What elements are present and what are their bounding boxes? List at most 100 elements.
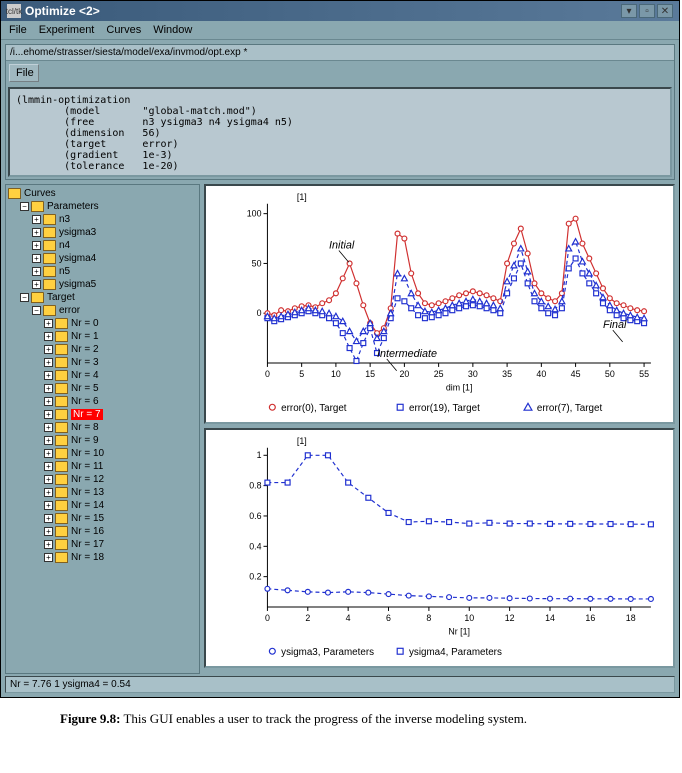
expand-icon[interactable]: + <box>44 319 53 328</box>
svg-text:Initial: Initial <box>329 240 355 252</box>
tree-target[interactable]: − Target <box>8 291 197 304</box>
svg-text:0.2: 0.2 <box>249 572 261 582</box>
tree-param-item[interactable]: +ysigma3 <box>8 226 197 239</box>
svg-text:dim [1]: dim [1] <box>446 383 473 393</box>
tree-parameters[interactable]: − Parameters <box>8 200 197 213</box>
expand-icon[interactable]: + <box>44 488 53 497</box>
titlebar[interactable]: tcl/tk Optimize <2> ▾ ▫ ✕ <box>1 1 679 21</box>
tree-nr-item[interactable]: +Nr = 1 <box>8 330 197 343</box>
expand-icon[interactable]: + <box>32 241 41 250</box>
svg-text:40: 40 <box>536 369 546 379</box>
tree-param-item[interactable]: +ysigma4 <box>8 252 197 265</box>
folder-icon <box>43 266 56 277</box>
collapse-icon[interactable]: − <box>20 293 29 302</box>
tree-body: Curves − Parameters +n3+ysigma3+n4+ysigm… <box>6 185 199 566</box>
main-window: tcl/tk Optimize <2> ▾ ▫ ✕ File Experimen… <box>0 0 680 698</box>
tree-nr-item[interactable]: +Nr = 5 <box>8 382 197 395</box>
tree-root[interactable]: Curves <box>8 187 197 200</box>
window-title: Optimize <2> <box>25 4 621 18</box>
tree-param-item[interactable]: +n5 <box>8 265 197 278</box>
expand-icon[interactable]: + <box>44 423 53 432</box>
folder-icon <box>55 422 68 433</box>
expand-icon[interactable]: + <box>44 358 53 367</box>
expand-icon[interactable]: + <box>44 410 53 419</box>
expand-icon[interactable]: + <box>32 215 41 224</box>
expand-icon[interactable]: + <box>44 345 53 354</box>
tree-error[interactable]: − error <box>8 304 197 317</box>
folder-icon <box>55 448 68 459</box>
folder-icon <box>55 344 68 355</box>
svg-text:50: 50 <box>252 258 262 268</box>
tree-nr-item[interactable]: +Nr = 11 <box>8 460 197 473</box>
chart-params: 0246810121416180.20.40.60.81[1]Nr [1]ysi… <box>204 428 675 668</box>
expand-icon[interactable]: + <box>32 280 41 289</box>
expand-icon[interactable]: + <box>32 228 41 237</box>
tree-nr-item[interactable]: +Nr = 16 <box>8 525 197 538</box>
expand-icon[interactable]: + <box>44 501 53 510</box>
tree-param-item[interactable]: +ysigma5 <box>8 278 197 291</box>
collapse-icon[interactable]: − <box>32 306 41 315</box>
expand-icon[interactable]: + <box>44 540 53 549</box>
tree-nr-item[interactable]: +Nr = 18 <box>8 551 197 564</box>
expand-icon[interactable]: + <box>32 254 41 263</box>
tree-nr-item[interactable]: +Nr = 15 <box>8 512 197 525</box>
expand-icon[interactable]: + <box>44 553 53 562</box>
svg-text:error(7), Target: error(7), Target <box>537 403 603 414</box>
folder-icon <box>55 409 68 420</box>
tree-nr-item[interactable]: +Nr = 14 <box>8 499 197 512</box>
expand-icon[interactable]: + <box>44 475 53 484</box>
svg-text:ysigma4, Parameters: ysigma4, Parameters <box>409 647 502 658</box>
content-area: /i...ehome/strasser/siesta/model/exa/inv… <box>1 40 679 697</box>
svg-text:55: 55 <box>639 369 649 379</box>
svg-text:18: 18 <box>626 613 636 623</box>
expand-icon[interactable]: + <box>44 384 53 393</box>
expand-icon[interactable]: + <box>44 527 53 536</box>
menu-file[interactable]: File <box>9 24 27 36</box>
expand-icon[interactable]: + <box>44 436 53 445</box>
minimize-button[interactable]: ▾ <box>621 4 637 18</box>
tree-nr-item[interactable]: +Nr = 17 <box>8 538 197 551</box>
expand-icon[interactable]: + <box>32 267 41 276</box>
status-bar: Nr = 7.76 1 ysigma4 = 0.54 <box>5 676 675 693</box>
tree-nr-item[interactable]: +Nr = 3 <box>8 356 197 369</box>
tree-nr-item[interactable]: +Nr = 0 <box>8 317 197 330</box>
folder-icon <box>55 500 68 511</box>
file-tab[interactable]: File <box>9 64 39 82</box>
svg-text:16: 16 <box>585 613 595 623</box>
expand-icon[interactable]: + <box>44 332 53 341</box>
close-button[interactable]: ✕ <box>657 4 673 18</box>
svg-text:Intermediate: Intermediate <box>377 348 437 360</box>
tree-nr-item[interactable]: +Nr = 12 <box>8 473 197 486</box>
expand-icon[interactable]: + <box>44 462 53 471</box>
tree-nr-item[interactable]: +Nr = 13 <box>8 486 197 499</box>
svg-text:0: 0 <box>265 613 270 623</box>
svg-text:1: 1 <box>257 450 262 460</box>
code-editor[interactable]: (lmmin-optimization (model "global-match… <box>8 87 672 177</box>
folder-icon <box>43 253 56 264</box>
menu-experiment[interactable]: Experiment <box>39 24 95 36</box>
tree-param-item[interactable]: +n4 <box>8 239 197 252</box>
caption-label: Figure 9.8: <box>60 711 120 726</box>
tree-nr-item[interactable]: +Nr = 4 <box>8 369 197 382</box>
expand-icon[interactable]: + <box>44 397 53 406</box>
tree-nr-item[interactable]: +Nr = 7 <box>8 408 197 421</box>
tree-param-item[interactable]: +n3 <box>8 213 197 226</box>
menu-curves[interactable]: Curves <box>106 24 141 36</box>
expand-icon[interactable]: + <box>44 371 53 380</box>
tree-nr-item[interactable]: +Nr = 10 <box>8 447 197 460</box>
svg-text:35: 35 <box>502 369 512 379</box>
menubar: File Experiment Curves Window <box>1 21 679 40</box>
svg-text:30: 30 <box>468 369 478 379</box>
menu-window[interactable]: Window <box>153 24 192 36</box>
tree-nr-item[interactable]: +Nr = 8 <box>8 421 197 434</box>
expand-icon[interactable]: + <box>44 514 53 523</box>
code-section: /i...ehome/strasser/siesta/model/exa/inv… <box>5 44 675 180</box>
tree-nr-item[interactable]: +Nr = 2 <box>8 343 197 356</box>
maximize-button[interactable]: ▫ <box>639 4 655 18</box>
tree-nr-item[interactable]: +Nr = 6 <box>8 395 197 408</box>
expand-icon[interactable]: + <box>44 449 53 458</box>
collapse-icon[interactable]: − <box>20 202 29 211</box>
svg-text:6: 6 <box>386 613 391 623</box>
tree-nr-item[interactable]: +Nr = 9 <box>8 434 197 447</box>
svg-text:Final: Final <box>603 319 627 331</box>
